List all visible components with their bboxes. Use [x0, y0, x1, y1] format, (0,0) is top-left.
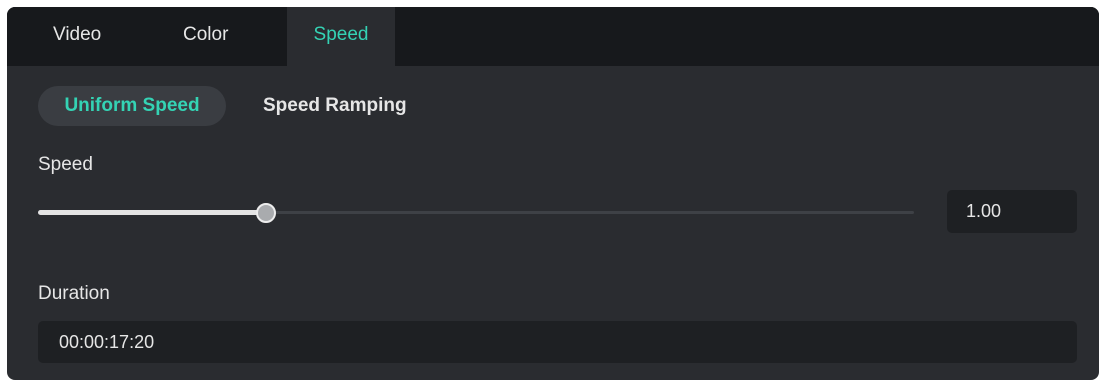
tab-color[interactable]: Color — [183, 7, 228, 66]
speed-slider[interactable] — [38, 199, 914, 227]
speed-value-input[interactable]: 1.00 — [947, 190, 1077, 233]
tab-video[interactable]: Video — [53, 7, 101, 66]
duration-input[interactable]: 00:00:17:20 — [38, 321, 1077, 363]
duration-label: Duration — [38, 283, 110, 304]
speed-properties-panel: Video Color Speed Uniform Speed Speed Ra… — [7, 7, 1099, 380]
subtab-uniform-speed[interactable]: Uniform Speed — [38, 86, 226, 126]
speed-slider-thumb[interactable] — [255, 203, 276, 223]
tab-bar: Video Color Speed — [7, 7, 1099, 66]
speed-slider-fill — [38, 210, 266, 215]
tab-speed[interactable]: Speed — [287, 7, 395, 66]
speed-label: Speed — [38, 154, 93, 175]
subtab-speed-ramping[interactable]: Speed Ramping — [263, 86, 407, 126]
